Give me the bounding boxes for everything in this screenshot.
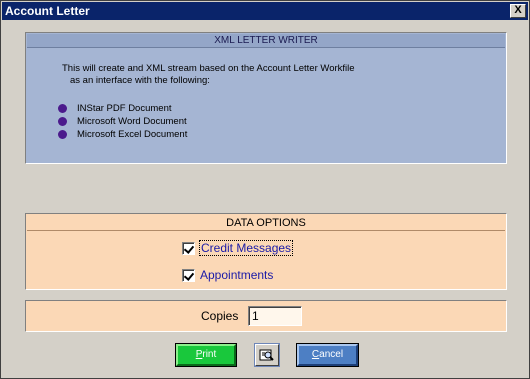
- window-title: Account Letter: [5, 4, 90, 18]
- copies-label: Copies: [201, 309, 239, 323]
- print-label-rest: rint: [202, 349, 217, 360]
- close-icon: X: [514, 4, 522, 16]
- document-label: INStar PDF Document: [77, 103, 172, 114]
- list-item: Microsoft Word Document: [58, 115, 187, 128]
- appointments-option[interactable]: Appointments: [182, 268, 273, 282]
- xml-panel-header: XML LETTER WRITER: [27, 34, 505, 48]
- list-item: Microsoft Excel Document: [58, 128, 187, 141]
- print-button[interactable]: Print: [175, 343, 237, 367]
- bullet-icon: [58, 130, 67, 139]
- cancel-label-rest: ancel: [319, 349, 344, 360]
- account-letter-dialog: Account Letter X XML LETTER WRITER This …: [0, 0, 530, 379]
- cancel-button[interactable]: Cancel: [296, 343, 359, 367]
- description-line-2: as an interface with the following:: [70, 75, 210, 86]
- appointments-label[interactable]: Appointments: [200, 268, 273, 282]
- credit-messages-label[interactable]: Credit Messages: [198, 240, 294, 256]
- xml-description: This will create and XML stream based on…: [62, 63, 355, 87]
- list-item: INStar PDF Document: [58, 102, 187, 115]
- document-type-list: INStar PDF Document Microsoft Word Docum…: [58, 102, 187, 141]
- credit-messages-option[interactable]: Credit Messages: [182, 240, 294, 256]
- appointments-checkbox[interactable]: [182, 268, 195, 282]
- copies-panel: Copies: [25, 300, 507, 332]
- description-line-1: This will create and XML stream based on…: [62, 63, 355, 74]
- data-options-header: DATA OPTIONS: [27, 215, 505, 231]
- document-label: Microsoft Word Document: [77, 116, 187, 127]
- xml-letter-writer-panel: XML LETTER WRITER This will create and X…: [25, 32, 507, 164]
- copies-input[interactable]: [248, 306, 302, 326]
- title-bar[interactable]: Account Letter X: [2, 2, 528, 20]
- data-options-panel: DATA OPTIONS Credit Messages Appointment…: [25, 213, 507, 290]
- bullet-icon: [58, 117, 67, 126]
- document-label: Microsoft Excel Document: [77, 129, 188, 140]
- credit-messages-checkbox[interactable]: [182, 241, 195, 255]
- print-preview-button[interactable]: [254, 343, 280, 367]
- close-button[interactable]: X: [510, 4, 526, 18]
- bullet-icon: [58, 104, 67, 113]
- print-preview-icon: [259, 349, 274, 361]
